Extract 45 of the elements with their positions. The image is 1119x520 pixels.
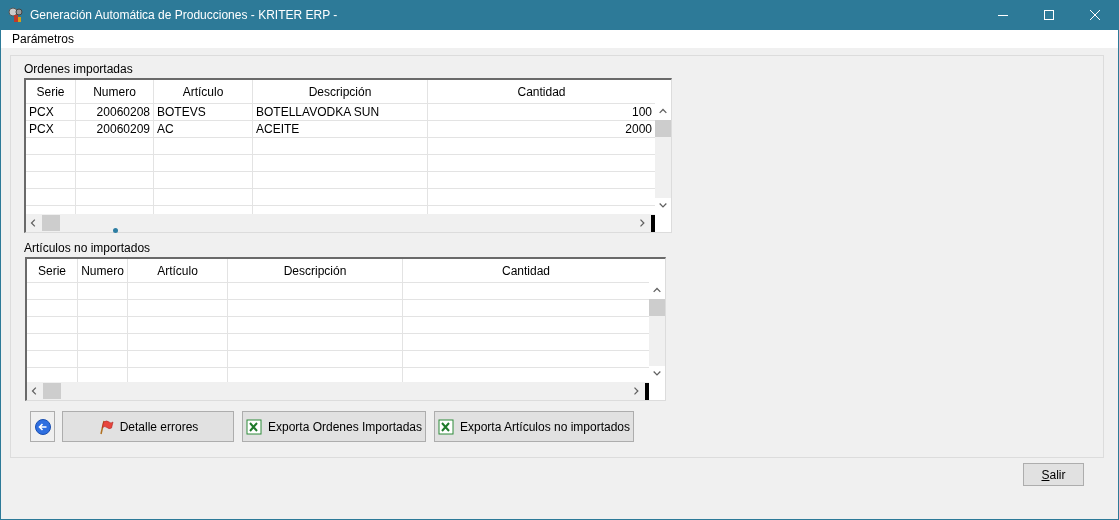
table-cell: 100 xyxy=(428,104,655,120)
scrollbar-thumb[interactable] xyxy=(42,215,60,231)
group-label: Ordenes importadas xyxy=(24,61,134,78)
data-grid[interactable]: Serie Numero Artículo Descripción Cantidad xyxy=(25,257,666,401)
scroll-end-marker xyxy=(645,382,649,400)
table-cell: ACEITE xyxy=(253,121,428,137)
table-cell: BOTEVS xyxy=(154,104,253,120)
window-title: Generación Automática de Producciones - KRITER ERP - xyxy=(30,8,339,22)
table-cell: 20060209 xyxy=(76,121,154,137)
column-header[interactable]: Numero xyxy=(78,259,128,282)
spreadsheet-icon xyxy=(437,418,454,435)
back-button[interactable] xyxy=(30,411,55,442)
table-cell: 20060208 xyxy=(76,104,154,120)
exit-button[interactable]: Salir xyxy=(1023,463,1084,486)
column-header[interactable]: Artículo xyxy=(154,80,253,103)
column-header[interactable]: Numero xyxy=(76,80,154,103)
column-header[interactable]: Serie xyxy=(26,80,76,103)
scrollbar-thumb[interactable] xyxy=(649,299,665,316)
horizontal-scrollbar[interactable] xyxy=(27,382,649,400)
column-header[interactable]: Serie xyxy=(27,259,78,282)
table-cell: PCX xyxy=(26,121,76,137)
column-header[interactable]: Descripción xyxy=(228,259,403,282)
close-icon xyxy=(1090,10,1100,20)
group-label: Artículos no importados xyxy=(24,240,152,257)
column-header[interactable]: Cantidad xyxy=(403,259,649,282)
table-cell: BOTELLAVODKA SUN xyxy=(253,104,428,120)
app-gears-icon xyxy=(8,7,24,23)
column-header[interactable]: Artículo xyxy=(128,259,228,282)
spreadsheet-icon xyxy=(245,418,262,435)
column-header[interactable]: Cantidad xyxy=(428,80,655,103)
export-button[interactable]: Exporta Ordenes Importadas xyxy=(242,411,426,442)
scrollbar-thumb[interactable] xyxy=(655,120,671,137)
table-cell: AC xyxy=(154,121,253,137)
data-grid[interactable]: Serie Numero Artículo Descripción Cantidad PCX 20060208 BOTEVS BOTELLAVODKA SUN 100 PCX 20060209 AC ACEITE 2000 xyxy=(24,78,672,233)
scroll-end-marker xyxy=(651,214,655,232)
menu-item[interactable]: Parámetros xyxy=(5,32,82,46)
scrollbar-thumb[interactable] xyxy=(43,383,61,399)
column-header[interactable]: Descripción xyxy=(253,80,428,103)
dot-mark xyxy=(113,228,118,233)
error-details-button[interactable]: Detalle errores xyxy=(62,411,234,442)
maximize-icon xyxy=(1044,10,1054,20)
flag-icon xyxy=(97,418,114,435)
table-cell: PCX xyxy=(26,104,76,120)
export-button[interactable]: Exporta Artículos no importados xyxy=(434,411,634,442)
horizontal-scrollbar[interactable] xyxy=(26,214,655,232)
